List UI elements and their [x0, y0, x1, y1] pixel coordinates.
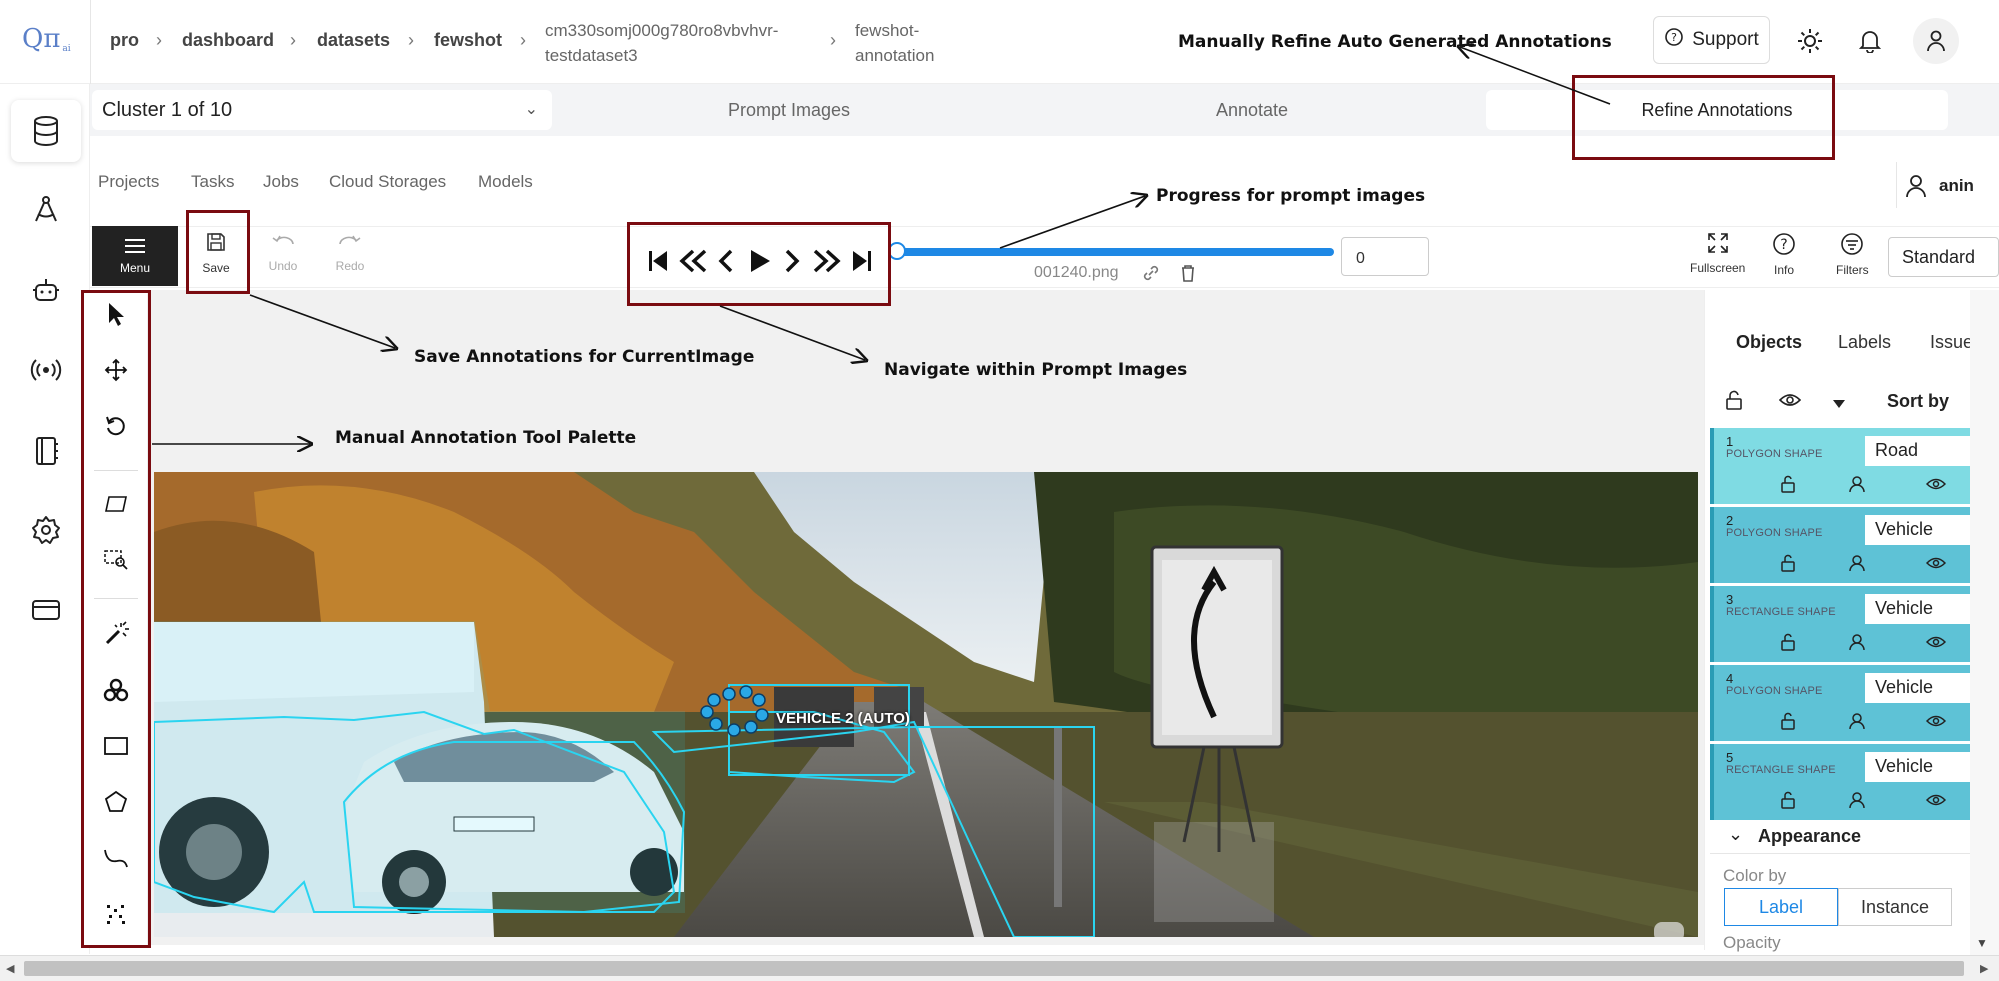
- annotation-arrows: [152, 0, 1611, 981]
- annotation-palette-note: Manual Annotation Tool Palette: [335, 428, 637, 448]
- annotation-navigate-note: Navigate within Prompt Images: [884, 360, 1188, 380]
- annotation-refine-note: Manually Refine Auto Generated Annotatio…: [1178, 32, 1612, 52]
- annotation-save-note: Save Annotations for CurrentImage: [414, 347, 755, 367]
- annotation-progress-note: Progress for prompt images: [1156, 186, 1426, 206]
